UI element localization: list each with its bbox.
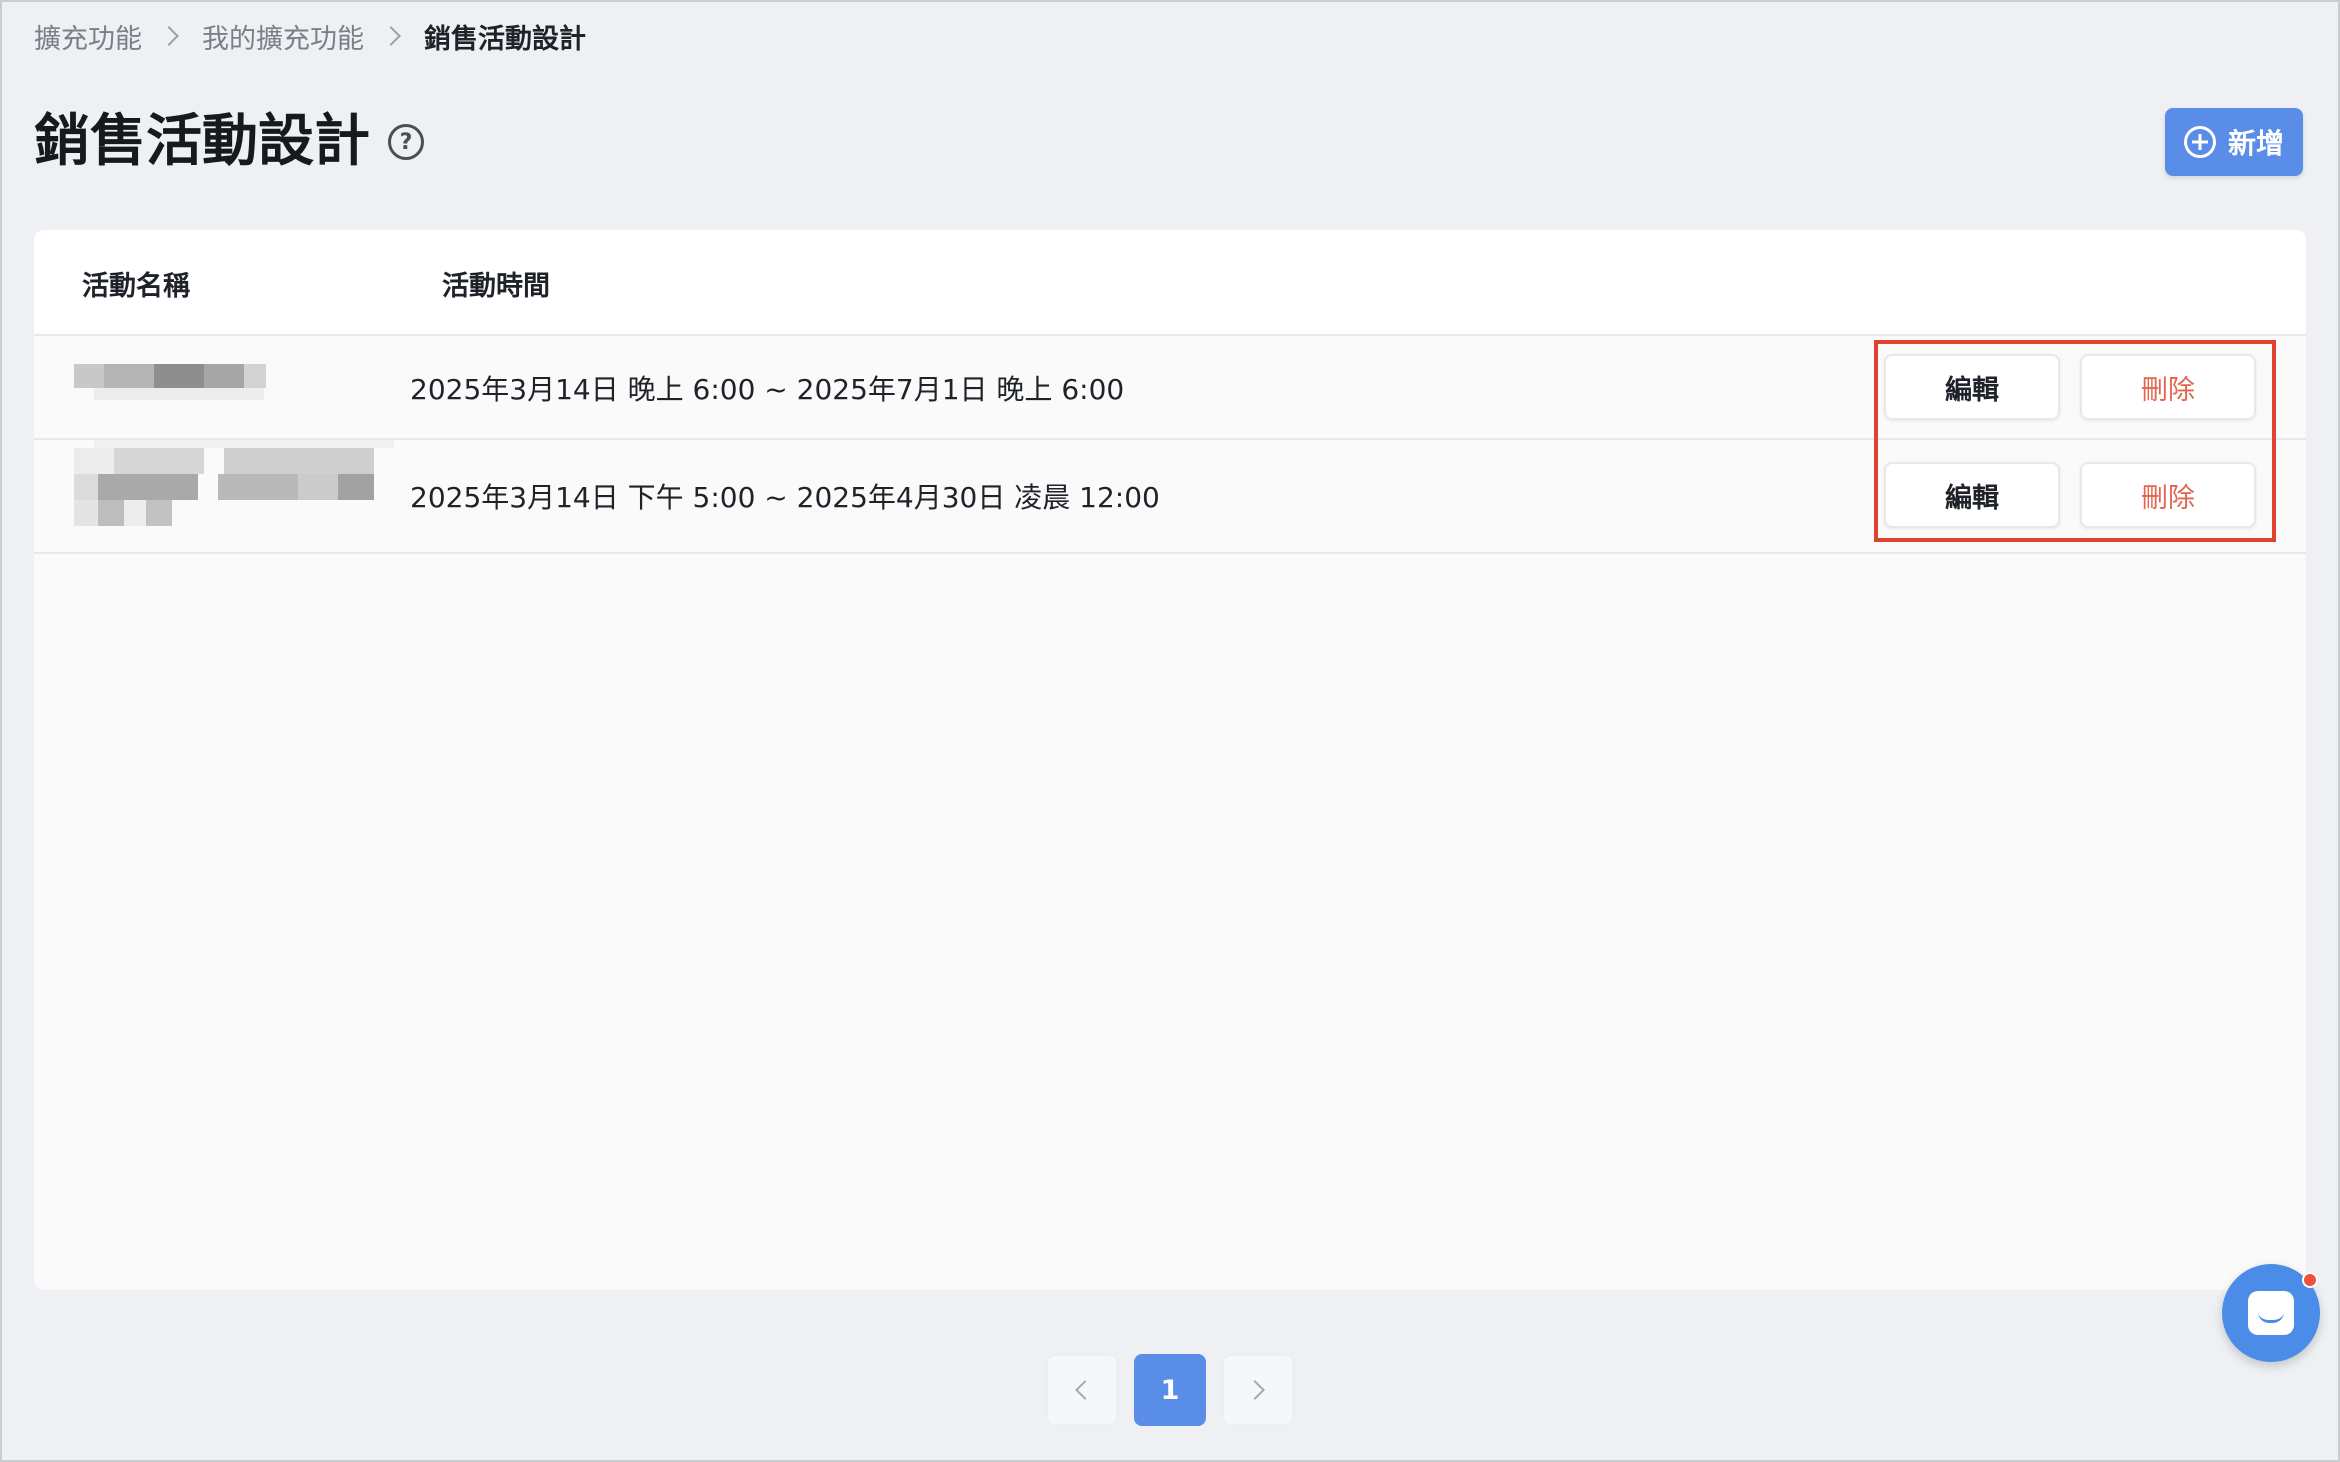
plus-circle-icon <box>2183 126 2216 158</box>
chat-icon <box>2248 1291 2294 1335</box>
chevron-left-icon <box>1075 1380 1095 1400</box>
page-title: 銷售活動設計 <box>34 109 370 174</box>
notification-badge <box>2302 1272 2318 1288</box>
campaign-time: 2025年3月14日 下午 5:00 ~ 2025年4月30日 凌晨 12:00 <box>410 481 1160 514</box>
chevron-right-icon <box>1245 1380 1265 1400</box>
column-header-time: 活動時間 <box>442 271 550 302</box>
campaign-table: 活動名稱 活動時間 2025年3月14日 晚上 6:00 ~ 2025年7月1日… <box>34 230 2306 1290</box>
column-header-name: 活動名稱 <box>82 271 190 302</box>
help-icon[interactable]: ? <box>388 124 424 160</box>
campaign-time: 2025年3月14日 晚上 6:00 ~ 2025年7月1日 晚上 6:00 <box>410 373 1125 406</box>
chat-launcher-button[interactable] <box>2222 1264 2320 1362</box>
breadcrumb: 擴充功能 我的擴充功能 銷售活動設計 <box>34 16 586 56</box>
breadcrumb-extensions[interactable]: 擴充功能 <box>34 17 142 56</box>
add-button[interactable]: 新增 <box>2165 108 2303 176</box>
add-button-label: 新增 <box>2227 128 2284 159</box>
delete-button[interactable]: 刪除 <box>2080 354 2256 420</box>
chevron-right-icon <box>381 26 401 46</box>
table-header: 活動名稱 活動時間 <box>34 230 2306 336</box>
chevron-right-icon <box>159 26 179 46</box>
pagination: 1 <box>1046 1354 1294 1426</box>
edit-button[interactable]: 編輯 <box>1884 462 2060 528</box>
breadcrumb-current: 銷售活動設計 <box>424 23 586 55</box>
edit-button[interactable]: 編輯 <box>1884 354 2060 420</box>
breadcrumb-my-extensions[interactable]: 我的擴充功能 <box>202 17 364 56</box>
prev-page-button[interactable] <box>1046 1354 1118 1426</box>
page-1-button[interactable]: 1 <box>1134 1354 1206 1426</box>
table-row: 2025年3月14日 晚上 6:00 ~ 2025年7月1日 晚上 6:00 編… <box>34 336 2306 440</box>
next-page-button[interactable] <box>1222 1354 1294 1426</box>
campaign-name-redacted <box>74 440 394 532</box>
delete-button[interactable]: 刪除 <box>2080 462 2256 528</box>
table-row: 2025年3月14日 下午 5:00 ~ 2025年4月30日 凌晨 12:00… <box>34 440 2306 554</box>
campaign-name-redacted <box>74 364 274 400</box>
